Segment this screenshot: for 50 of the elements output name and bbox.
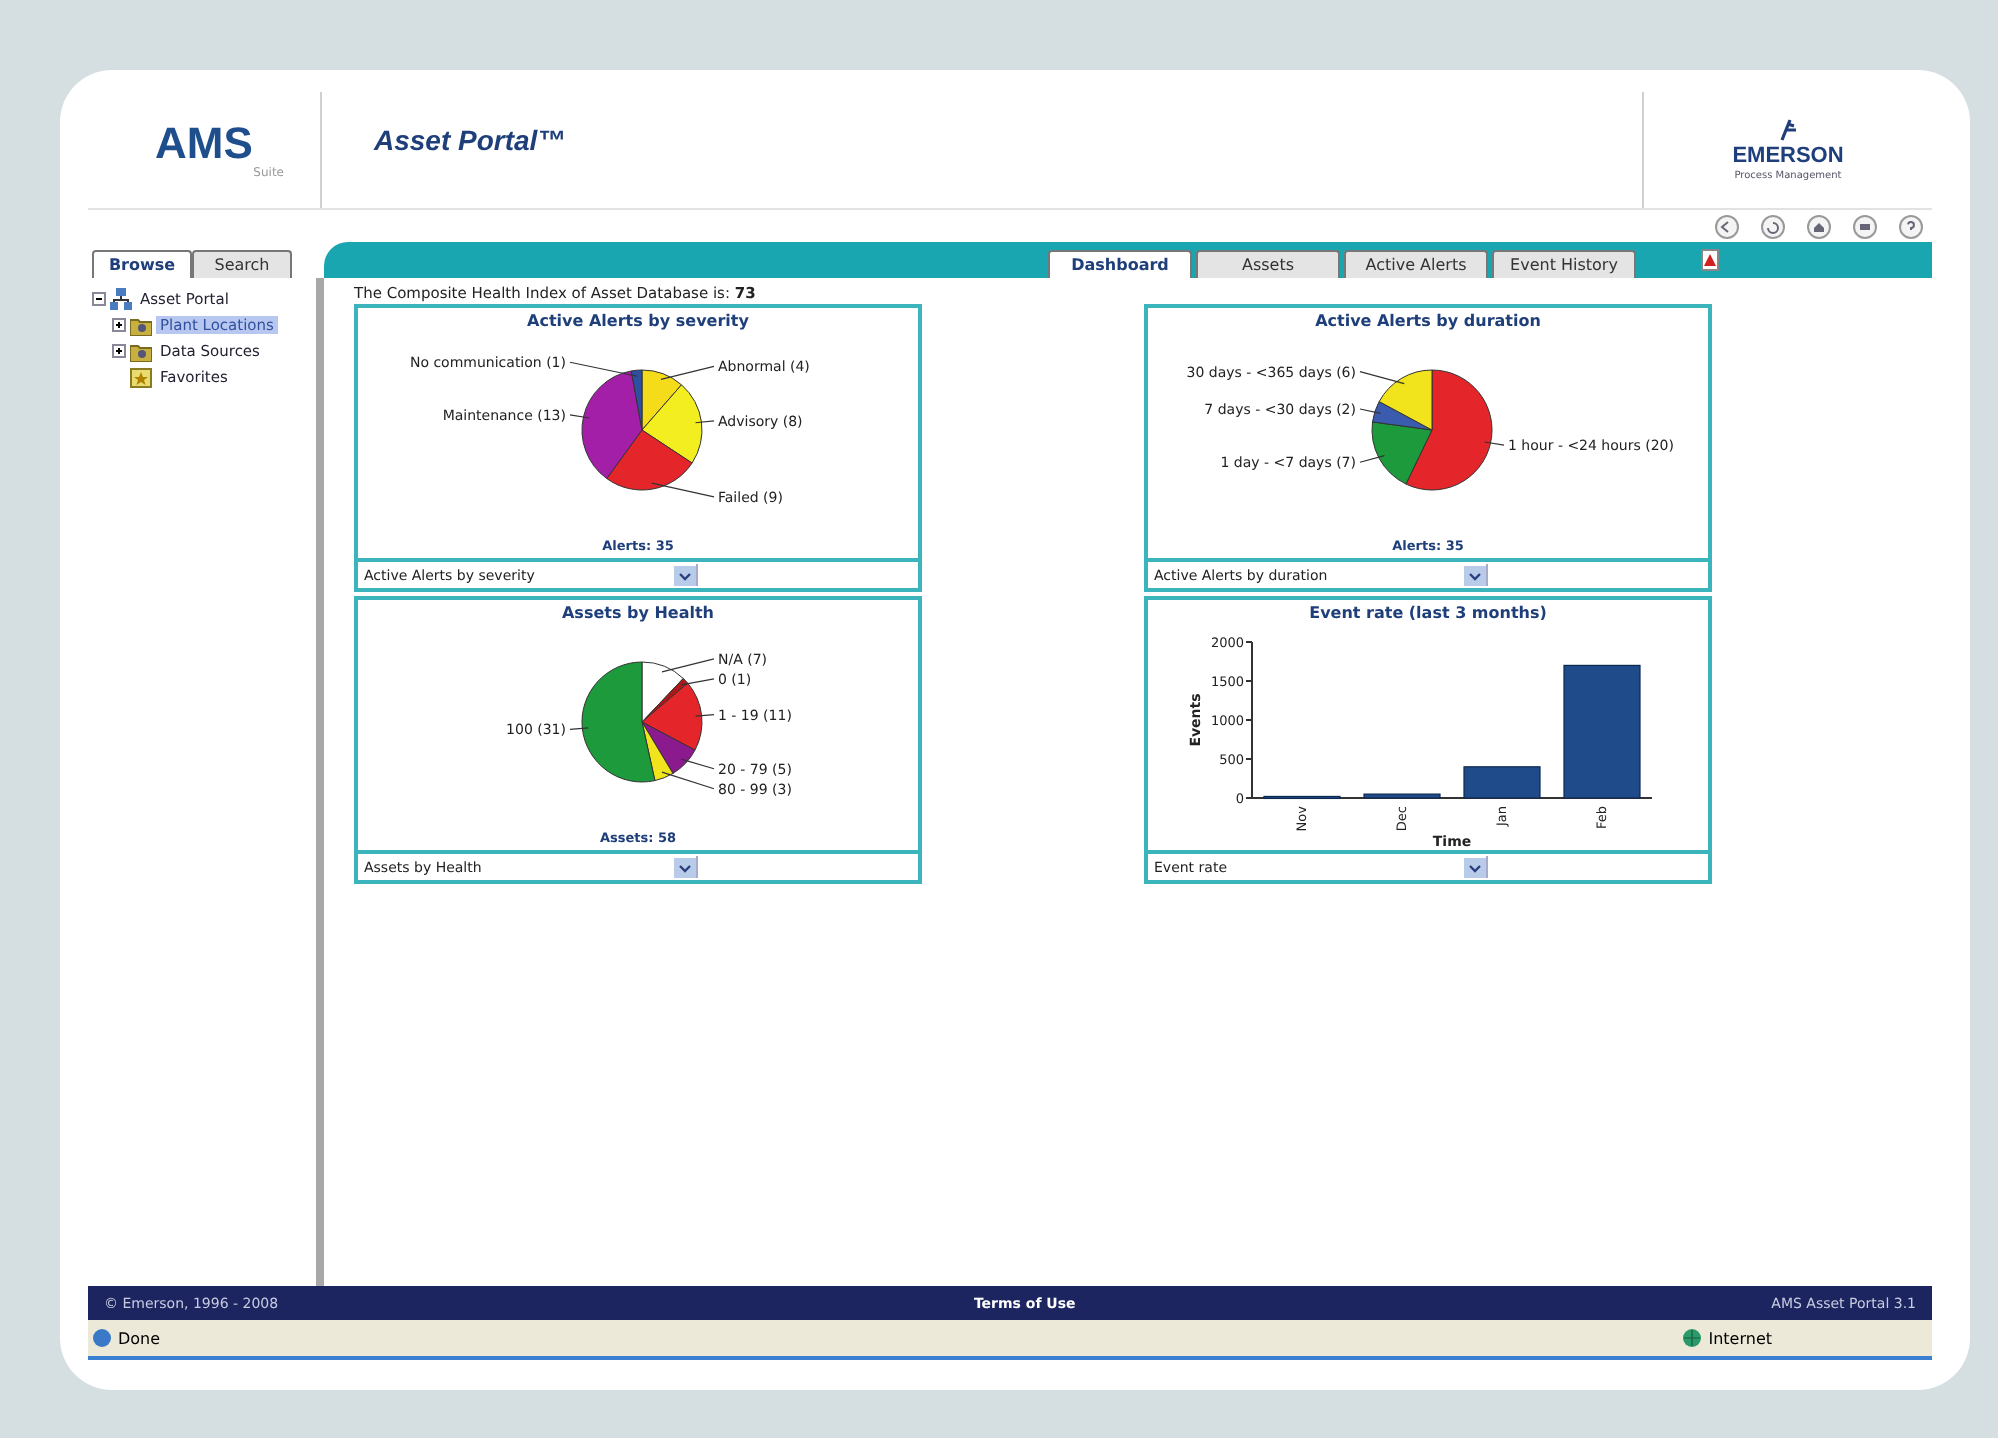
leader-line [661, 658, 715, 673]
leader-line [1359, 408, 1382, 414]
tab[interactable]: Browse [92, 250, 192, 278]
leader-line [569, 414, 590, 419]
caret-icon [1464, 565, 1486, 585]
brand-icon [1776, 118, 1800, 142]
caret-icon [1464, 857, 1486, 877]
leader-line [1359, 455, 1386, 463]
leader-line [569, 727, 589, 730]
zone-text: Internet [1708, 1329, 1772, 1347]
tab[interactable]: Event History [1492, 250, 1636, 278]
tab[interactable]: Dashboard [1048, 250, 1192, 278]
caret-icon [674, 565, 696, 585]
bar [1463, 766, 1541, 799]
expander-icon[interactable] [112, 318, 126, 332]
bar [1263, 795, 1341, 800]
help-icon[interactable] [1898, 213, 1924, 239]
leader-line [1484, 441, 1505, 446]
chart-title: Active Alerts by duration [1313, 310, 1543, 334]
expander-icon[interactable] [92, 292, 106, 306]
globe-icon [1682, 1328, 1703, 1348]
home-icon[interactable] [1806, 213, 1832, 239]
status-text: Done [118, 1329, 161, 1347]
tab[interactable]: Active Alerts [1344, 250, 1488, 278]
expander-icon[interactable] [112, 344, 126, 358]
star-icon [130, 367, 152, 387]
refresh-icon[interactable] [1760, 213, 1786, 239]
leader-line [680, 678, 715, 686]
leader-line [1359, 371, 1405, 385]
chart-title: Assets by Health [559, 602, 717, 626]
folder-icon [130, 315, 152, 335]
leader-line [660, 365, 715, 381]
chart-title: Active Alerts by severity [525, 310, 751, 334]
logo: AMS [155, 121, 253, 165]
bar [1563, 664, 1641, 799]
tab[interactable]: Assets [1196, 250, 1340, 278]
network-icon [110, 288, 132, 310]
bar [1363, 793, 1441, 799]
pdf-icon[interactable] [1700, 248, 1720, 272]
brand-name: EMERSON [1732, 144, 1844, 168]
tab[interactable]: Search [192, 250, 292, 278]
app-title: Asset Portal™ [371, 122, 568, 160]
folder-icon [130, 341, 152, 361]
leader-line [651, 482, 715, 498]
back-icon[interactable] [1714, 213, 1740, 239]
leader-line [695, 714, 715, 717]
leader-line [569, 361, 638, 377]
chart-title: Event rate (last 3 months) [1307, 602, 1549, 626]
caret-icon [674, 857, 696, 877]
leader-line [694, 420, 715, 424]
